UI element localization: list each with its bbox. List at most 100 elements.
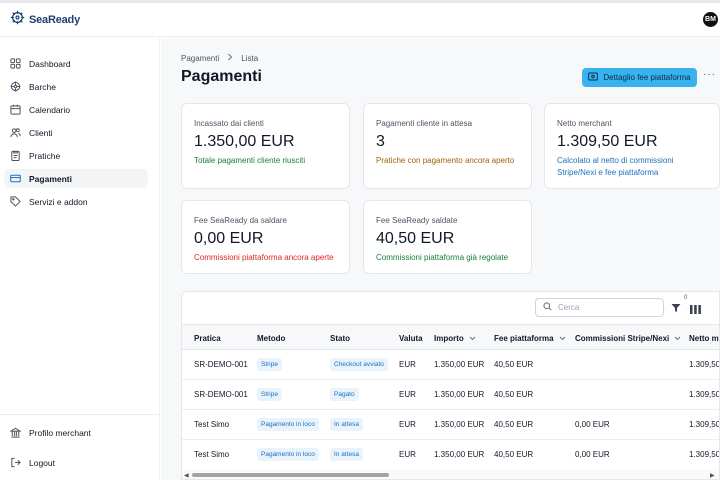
card-note: Commissioni piattaforma ancora aperte <box>194 253 334 262</box>
column-header-commissioni[interactable]: Commissioni Stripe/Nexi <box>575 334 681 343</box>
scroll-left-icon[interactable]: ◀ <box>184 472 189 479</box>
sidebar-item-dashboard[interactable]: Dashboard <box>4 54 148 73</box>
grid-icon <box>9 58 21 70</box>
brand-logo[interactable]: SeaReady <box>10 10 80 30</box>
scrollbar-thumb[interactable] <box>192 473 389 477</box>
search-input[interactable]: Cerca <box>535 298 664 317</box>
breadcrumb-current: Lista <box>241 53 259 63</box>
sidebar-item-servizi[interactable]: Servizi e addon <box>4 192 148 211</box>
scroll-right-icon[interactable]: ▶ <box>710 472 715 479</box>
brand-name: SeaReady <box>29 14 80 26</box>
card-value: 40,50 EUR <box>376 230 455 247</box>
cell-pratica: Test Simo <box>194 450 230 459</box>
cell-fee: 40,50 EUR <box>494 450 534 459</box>
table-row[interactable]: Test Simo Pagamento in loco In attesa EU… <box>182 410 720 440</box>
payments-table: Cerca 0 Pratica Metodo Stato Valuta Impo… <box>181 291 720 480</box>
main-content: Pagamenti Lista Pagamenti Dettaglio fee … <box>161 38 720 480</box>
columns-icon[interactable] <box>690 301 701 319</box>
cell-importo: 1.350,00 EUR <box>434 390 485 399</box>
table-row[interactable]: Test Simo Pagamento in loco In attesa EU… <box>182 440 719 470</box>
sidebar-item-barche[interactable]: Barche <box>4 77 148 96</box>
status-badge: In attesa <box>330 418 363 431</box>
sidebar-item-label: Pagamenti <box>29 173 72 184</box>
card-netto-merchant: Netto merchant 1.309,50 EUR Calcolato al… <box>544 103 720 189</box>
table-header: Pratica Metodo Stato Valuta Importo Fee … <box>182 324 719 350</box>
status-badge: In attesa <box>330 448 363 461</box>
sidebar-item-label: Servizi e addon <box>29 196 88 207</box>
fee-detail-button[interactable]: Dettaglio fee piattaforma <box>582 68 697 87</box>
card-label: Netto merchant <box>557 119 612 128</box>
sidebar-item-pratiche[interactable]: Pratiche <box>4 146 148 165</box>
sidebar-item-label: Logout <box>29 457 55 468</box>
column-header-importo[interactable]: Importo <box>434 334 476 343</box>
filter-count-badge: 0 <box>684 295 688 301</box>
sidebar-item-label: Pratiche <box>29 150 61 161</box>
cell-importo: 1.350,00 EUR <box>434 420 485 429</box>
card-value: 1.309,50 EUR <box>557 133 658 150</box>
tag-icon <box>9 196 21 208</box>
boat-wheel-icon <box>9 81 21 93</box>
card-pagamenti-attesa: Pagamenti cliente in attesa 3 Pratiche c… <box>363 103 532 189</box>
card-value: 3 <box>376 133 385 150</box>
breadcrumb: Pagamenti Lista <box>181 53 258 63</box>
column-header-pratica[interactable]: Pratica <box>194 334 221 343</box>
horizontal-scrollbar[interactable]: ◀ ▶ <box>182 469 719 479</box>
table-row[interactable]: SR-DEMO-001 Stripe Checkout avviato EUR … <box>182 350 720 380</box>
card-incassato: Incassato dai clienti 1.350,00 EUR Total… <box>181 103 350 189</box>
cell-pratica: Test Simo <box>194 420 230 429</box>
credit-card-icon <box>9 173 21 185</box>
sidebar-item-clienti[interactable]: Clienti <box>4 123 148 142</box>
method-badge: Pagamento in loco <box>257 448 319 461</box>
fee-detail-label: Dettaglio fee piattaforma <box>603 73 691 82</box>
cell-netto: 1.309,50 EUR <box>689 360 720 369</box>
card-label: Pagamenti cliente in attesa <box>376 119 473 128</box>
cell-netto: 1.309,50 EUR <box>689 420 720 429</box>
chevron-down-icon <box>469 334 476 343</box>
page-title: Pagamenti <box>181 68 262 85</box>
cell-fee: 40,50 EUR <box>494 420 534 429</box>
card-note: Pratiche con pagamento ancora aperto <box>376 156 515 165</box>
bank-icon <box>9 427 21 439</box>
sidebar-item-pagamenti[interactable]: Pagamenti <box>4 169 148 188</box>
search-icon <box>543 302 552 313</box>
card-fee-da-saldare: Fee SeaReady da saldare 0,00 EUR Commiss… <box>181 200 350 274</box>
cell-valuta: EUR <box>399 420 416 429</box>
column-header-metodo[interactable]: Metodo <box>257 334 285 343</box>
card-label: Incassato dai clienti <box>194 119 264 128</box>
column-header-stato[interactable]: Stato <box>330 334 350 343</box>
card-value: 1.350,00 EUR <box>194 133 295 150</box>
sidebar-item-calendario[interactable]: Calendario <box>4 100 148 119</box>
sidebar-item-label: Calendario <box>29 104 71 115</box>
card-note: Commissioni piattaforma già regolate <box>376 253 509 262</box>
logout-icon <box>9 457 21 469</box>
cell-valuta: EUR <box>399 450 416 459</box>
clipboard-icon <box>9 150 21 162</box>
card-fee-saldate: Fee SeaReady saldate 40,50 EUR Commissio… <box>363 200 532 274</box>
filter-icon[interactable] <box>671 300 681 318</box>
column-header-fee[interactable]: Fee piattaforma <box>494 334 566 343</box>
method-badge: Pagamento in loco <box>257 418 319 431</box>
more-options-button[interactable]: ··· <box>703 69 716 80</box>
cell-commissioni: 0,00 EUR <box>575 450 610 459</box>
receipt-icon <box>588 72 599 83</box>
ship-wheel-icon <box>10 10 25 30</box>
sidebar-item-label: Dashboard <box>29 58 71 69</box>
sidebar-item-profilo-merchant[interactable]: Profilo merchant <box>4 423 148 442</box>
card-value: 0,00 EUR <box>194 230 264 247</box>
cell-pratica: SR-DEMO-001 <box>194 360 248 369</box>
sidebar-item-label: Profilo merchant <box>29 427 91 438</box>
column-header-netto[interactable]: Netto merchant <box>689 334 719 343</box>
cell-importo: 1.350,00 EUR <box>434 360 485 369</box>
cell-commissioni: 0,00 EUR <box>575 420 610 429</box>
users-icon <box>9 127 21 139</box>
table-row[interactable]: SR-DEMO-001 Stripe Pagato EUR 1.350,00 E… <box>182 380 719 410</box>
user-avatar[interactable]: BM <box>703 12 718 27</box>
breadcrumb-parent[interactable]: Pagamenti <box>181 54 219 63</box>
sidebar-item-logout[interactable]: Logout <box>4 453 148 472</box>
card-note: Calcolato al netto di commissioni Stripe… <box>557 156 674 177</box>
cell-importo: 1.350,00 EUR <box>434 450 485 459</box>
search-placeholder: Cerca <box>558 303 580 312</box>
chevron-down-icon <box>559 334 566 343</box>
column-header-valuta[interactable]: Valuta <box>399 334 423 343</box>
chevron-down-icon <box>674 334 681 343</box>
